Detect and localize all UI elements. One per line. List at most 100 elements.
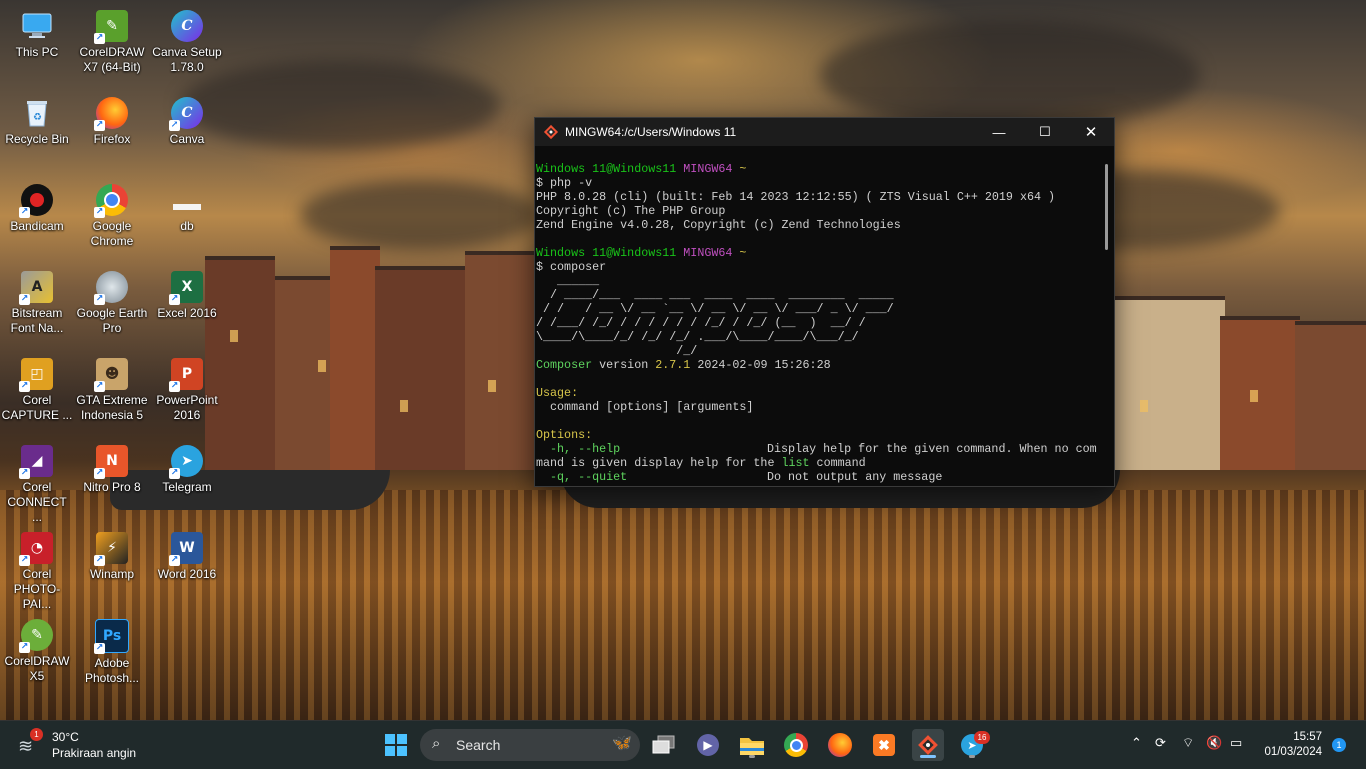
photoshop-icon: Ps ↗ (94, 619, 129, 654)
desktop-icon-label: Recycle Bin (5, 132, 69, 146)
desktop-icon-this-pc[interactable]: This PC (0, 4, 74, 84)
desktop-icon-corel-capture[interactable]: ◰ ↗ Corel CAPTURE ... (0, 352, 74, 432)
folder-icon (740, 738, 764, 755)
terminal-window[interactable]: MINGW64:/c/Users/Windows 11 — ☐ ✕ Window… (534, 117, 1115, 487)
taskbar-git-bash[interactable] (912, 729, 944, 761)
option-line: -h, --help Display help for the given com… (536, 442, 1097, 456)
coreldraw-icon: ✎ ↗ (94, 10, 128, 44)
prompt-line: Windows 11@Windows11 MINGW64 ~ (536, 246, 747, 260)
sync-icon[interactable]: ⟳ (1155, 735, 1166, 751)
terminal-titlebar[interactable]: MINGW64:/c/Users/Windows 11 — ☐ ✕ (535, 118, 1114, 146)
desktop-icon-label: CorelDRAW X5 (4, 654, 70, 683)
search-highlight-icon: 🦋 (612, 735, 632, 752)
desktop-icon-coreldraw-x5[interactable]: ✎ ↗ CorelDRAW X5 (0, 613, 74, 693)
minimize-button[interactable]: — (976, 118, 1022, 146)
wifi-icon[interactable]: ⌔ (1182, 735, 1194, 751)
task-view-button[interactable] (648, 729, 680, 761)
desktop-icon-photoshop[interactable]: Ps ↗ Adobe Photosh... (75, 613, 149, 693)
close-button[interactable]: ✕ (1068, 118, 1114, 146)
desktop-icon-corel-photopaint[interactable]: ◔ ↗ Corel PHOTO-PAI... (0, 526, 74, 611)
desktop-icon-canva[interactable]: C ↗ Canva (150, 91, 224, 171)
git-bash-icon (543, 124, 559, 140)
desktop-icon-google-earth[interactable]: ↗ Google Earth Pro (75, 265, 149, 345)
taskbar-file-explorer[interactable] (736, 729, 768, 761)
taskbar-chrome[interactable] (780, 729, 812, 761)
show-hidden-icons-chevron[interactable]: ⌃ (1131, 735, 1142, 751)
shortcut-arrow-icon: ↗ (19, 294, 30, 305)
terminal-scrollbar[interactable] (1100, 146, 1114, 486)
option-line: -q, --quiet Do not output any message (536, 470, 943, 484)
desktop-icon-label: Canva (169, 132, 205, 146)
notification-badge[interactable]: 1 (1332, 738, 1346, 752)
weather-temp: 30°C (52, 730, 79, 744)
powerpoint-icon: P ↗ (169, 358, 203, 392)
terminal-output[interactable]: Windows 11@Windows11 MINGW64 ~ $ php -v … (535, 162, 1100, 486)
composer-ascii-logo-line: ______ (536, 274, 600, 288)
output-line: PHP 8.0.28 (cli) (built: Feb 14 2023 12:… (536, 190, 1056, 204)
desktop-icon-canva-setup[interactable]: C Canva Setup 1.78.0 (150, 4, 224, 84)
desktop-icon-powerpoint[interactable]: P ↗ PowerPoint 2016 (150, 352, 224, 432)
desktop-icon-label: Corel PHOTO-PAI... (13, 567, 61, 611)
maximize-button[interactable]: ☐ (1022, 118, 1068, 146)
desktop-icon-label: Word 2016 (157, 567, 217, 581)
shortcut-arrow-icon: ↗ (94, 120, 105, 131)
weather-desc: Prakiraan angin (52, 746, 137, 760)
desktop-icon-google-chrome[interactable]: ↗ Google Chrome (75, 178, 149, 258)
scrollbar-thumb[interactable] (1105, 164, 1108, 250)
desktop-icon-label: CorelDRAW X7 (64-Bit) (79, 45, 145, 74)
task-view-icon (652, 735, 675, 754)
composer-ascii-logo-line: /_/ (536, 344, 698, 358)
desktop-icon-label: This PC (15, 45, 59, 59)
desktop-icon-bandicam[interactable]: ↗ Bandicam (0, 178, 74, 258)
taskbar-search[interactable]: ⌕ Search 🦋 (420, 729, 640, 761)
desktop-icon-excel[interactable]: X ↗ Excel 2016 (150, 265, 224, 345)
desktop-icon-gta[interactable]: ☻ ↗ GTA Extreme Indonesia 5 (75, 352, 149, 432)
xampp-icon: ✖ (873, 734, 895, 756)
taskbar-clock[interactable]: 15:57 01/03/2024 (1264, 730, 1322, 760)
terminal-title: MINGW64:/c/Users/Windows 11 (565, 125, 737, 139)
composer-ascii-logo-line: / ____/___ ____ ___ ____ ____ ________ _… (536, 288, 894, 302)
desktop-icon-db[interactable]: db (150, 178, 224, 258)
shortcut-arrow-icon: ↗ (19, 381, 30, 392)
taskbar-firefox[interactable] (824, 729, 856, 761)
desktop-icon-corel-connect[interactable]: ◢ ↗ Corel CONNECT ... (0, 439, 74, 524)
command-line: $ php -v (536, 176, 593, 190)
file-icon (171, 184, 203, 216)
shortcut-arrow-icon: ↗ (169, 120, 180, 131)
shortcut-arrow-icon: ↗ (19, 642, 30, 653)
desktop-icon-recycle-bin[interactable]: ♻ Recycle Bin (0, 91, 74, 171)
gta-icon: ☻ ↗ (94, 358, 128, 392)
battery-icon[interactable]: ▭ (1230, 735, 1242, 751)
windows-icon (385, 734, 407, 756)
desktop-icon-coreldraw-x7[interactable]: ✎ ↗ CorelDRAW X7 (64-Bit) (75, 4, 149, 84)
taskbar-xampp[interactable]: ✖ (868, 729, 900, 761)
composer-ascii-logo-line: \____/\____/_/ /_/ /_/ .___/\____/____/\… (536, 330, 859, 344)
desktop-icon-winamp[interactable]: ⚡ ↗ Winamp (75, 526, 149, 606)
start-button[interactable] (380, 729, 412, 761)
options-heading: Options: (536, 428, 593, 442)
recycle-bin-icon: ♻ (21, 97, 53, 129)
output-line: Copyright (c) The PHP Group (536, 204, 726, 218)
taskbar-telegram[interactable]: ➤ 16 (956, 729, 990, 761)
desktop-icon-nitro[interactable]: N ↗ Nitro Pro 8 (75, 439, 149, 519)
desktop-icon-firefox[interactable]: ↗ Firefox (75, 91, 149, 171)
desktop-icon-word[interactable]: W ↗ Word 2016 (150, 526, 224, 606)
version-line: Composer version 2.7.1 2024-02-09 15:26:… (536, 358, 831, 372)
desktop-icon-label: Telegram (162, 480, 212, 494)
usage-heading: Usage: (536, 386, 579, 400)
volume-muted-icon[interactable]: 🔇 (1206, 735, 1222, 751)
desktop-icon-telegram[interactable]: ➤ ↗ Telegram (150, 439, 224, 519)
shortcut-arrow-icon: ↗ (94, 643, 105, 654)
nitro-icon: N ↗ (94, 445, 128, 479)
taskbar: ≋ 1 30°C Prakiraan angin ⌕ Search 🦋 ▶ ✖ … (0, 720, 1366, 769)
desktop-icon-label: db (180, 219, 194, 233)
weather-widget[interactable]: ≋ 1 30°C Prakiraan angin (16, 728, 146, 762)
svg-text:♻: ♻ (33, 112, 42, 123)
bandicam-icon: ↗ (19, 184, 53, 218)
taskbar-meet[interactable]: ▶ (692, 729, 724, 761)
google-earth-icon: ↗ (94, 271, 128, 305)
desktop-icon-bitstream[interactable]: A ↗ Bitstream Font Na... (0, 265, 74, 345)
firefox-icon: ↗ (94, 97, 128, 131)
shortcut-arrow-icon: ↗ (169, 381, 180, 392)
